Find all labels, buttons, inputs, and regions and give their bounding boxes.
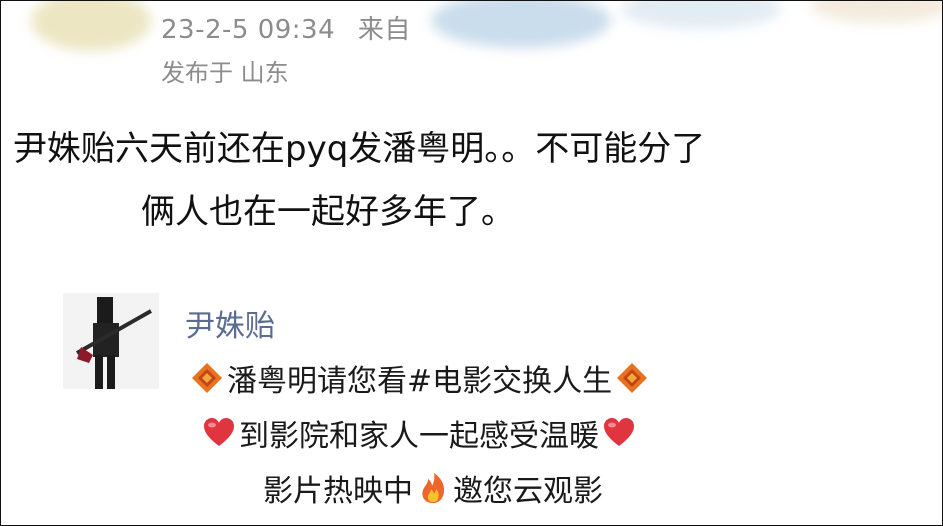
fire-icon	[422, 473, 445, 503]
guitarist-photo	[63, 293, 159, 389]
post-source-label: 来自	[357, 15, 411, 45]
blurred-area	[621, 1, 781, 29]
diamond-icon	[617, 363, 648, 393]
heart-icon	[204, 418, 234, 446]
blurred-area	[811, 1, 942, 23]
shared-line-3-text-a: 影片热映中	[263, 474, 413, 509]
shared-line-3-text-b: 邀您云观影	[453, 474, 603, 509]
shared-text-line-3: 影片热映中 邀您云观影	[263, 466, 603, 510]
diamond-icon	[192, 363, 222, 393]
blurred-username-area	[431, 1, 611, 48]
shared-text-line-2: 到影院和家人一起感受温暖	[199, 411, 639, 455]
post-location: 发布于 山东	[161, 59, 289, 87]
post-text-line-1: 尹姝贻六天前还在pyq发潘粤明。。不可能分了	[13, 129, 706, 169]
blurred-avatar-area	[31, 1, 151, 51]
screenshot-frame: 23-2-5 09:34 来自 发布于 山东 尹姝贻六天前还在pyq发潘粤明。。…	[0, 0, 943, 526]
shared-line-2-text: 到影院和家人一起感受温暖	[239, 419, 599, 454]
shared-user-name[interactable]: 尹姝贻	[185, 301, 275, 345]
post-timestamp: 23-2-5 09:34	[161, 15, 336, 45]
shared-text-line-1: 潘粤明请您看#电影交换人生	[187, 356, 652, 400]
post-text-line-2: 俩人也在一起好多年了。	[141, 192, 515, 232]
heart-icon	[604, 418, 634, 446]
shared-avatar[interactable]	[63, 293, 159, 389]
shared-line-1-text: 潘粤明请您看#电影交换人生	[227, 364, 613, 399]
post-meta: 23-2-5 09:34 来自	[161, 9, 411, 46]
